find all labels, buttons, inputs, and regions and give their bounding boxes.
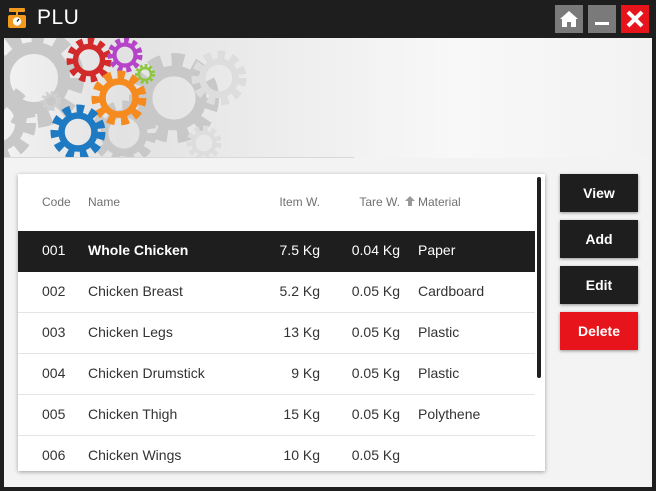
cell-tare-weight: 0.05 Kg bbox=[351, 283, 400, 299]
delete-button[interactable]: Delete bbox=[560, 312, 638, 350]
table-row[interactable]: 006 Chicken Wings 10 Kg 0.05 Kg bbox=[18, 436, 535, 471]
edit-button[interactable]: Edit bbox=[560, 266, 638, 304]
cell-name: Chicken Thigh bbox=[88, 406, 178, 422]
header-name[interactable]: Name bbox=[88, 195, 120, 209]
cell-item-weight: 7.5 Kg bbox=[279, 242, 320, 258]
table-row[interactable]: 005 Chicken Thigh 15 Kg 0.05 Kg Polythene bbox=[18, 395, 535, 436]
plu-table: Code Name Item W. Tare W. Material 001 Wh… bbox=[18, 174, 545, 471]
cell-item-weight: 9 Kg bbox=[291, 365, 320, 381]
banner-divider bbox=[4, 157, 354, 158]
close-icon bbox=[626, 10, 644, 28]
title-bar: PLU bbox=[0, 0, 656, 38]
cell-tare-weight: 0.05 Kg bbox=[351, 447, 400, 463]
header-item-weight[interactable]: Item W. bbox=[279, 195, 320, 209]
table-row-selected[interactable]: 001 Whole Chicken 7.5 Kg 0.04 Kg Paper bbox=[18, 231, 535, 272]
add-button[interactable]: Add bbox=[560, 220, 638, 258]
cell-material: Cardboard bbox=[418, 283, 485, 299]
cell-item-weight: 10 Kg bbox=[283, 447, 320, 463]
cell-code: 001 bbox=[42, 242, 66, 258]
cell-tare-weight: 0.05 Kg bbox=[351, 324, 400, 340]
cell-material: Plastic bbox=[418, 324, 460, 340]
cell-tare-weight: 0.04 Kg bbox=[351, 242, 400, 258]
main-content: Code Name Item W. Tare W. Material 001 Wh… bbox=[4, 38, 652, 487]
cell-item-weight: 13 Kg bbox=[283, 324, 320, 340]
table-scrollbar[interactable] bbox=[537, 177, 541, 378]
header-code[interactable]: Code bbox=[42, 195, 71, 209]
cell-code: 006 bbox=[42, 447, 66, 463]
cell-name: Chicken Drumstick bbox=[88, 365, 205, 381]
cell-tare-weight: 0.05 Kg bbox=[351, 365, 400, 381]
gears-banner bbox=[4, 38, 652, 158]
header-tare-weight[interactable]: Tare W. bbox=[359, 195, 400, 209]
cell-code: 002 bbox=[42, 283, 66, 299]
header-material[interactable]: Material bbox=[418, 195, 461, 209]
view-button[interactable]: View bbox=[560, 174, 638, 212]
minimize-button[interactable] bbox=[588, 5, 616, 33]
cell-material: Paper bbox=[418, 242, 456, 258]
cell-tare-weight: 0.05 Kg bbox=[351, 406, 400, 422]
scale-icon bbox=[8, 8, 26, 28]
cell-code: 003 bbox=[42, 324, 66, 340]
cell-name: Chicken Wings bbox=[88, 447, 182, 463]
minimize-icon bbox=[595, 22, 609, 25]
cell-name: Chicken Breast bbox=[88, 283, 183, 299]
window-title: PLU bbox=[37, 6, 80, 29]
table-row[interactable]: 004 Chicken Drumstick 9 Kg 0.05 Kg Plastic bbox=[18, 354, 535, 395]
cell-item-weight: 5.2 Kg bbox=[279, 283, 320, 299]
table-header: Code Name Item W. Tare W. Material bbox=[18, 174, 535, 230]
cell-material: Plastic bbox=[418, 365, 460, 381]
plu-window: PLU Code Name Item W. Tare W. Material 0… bbox=[0, 0, 656, 491]
cell-code: 005 bbox=[42, 406, 66, 422]
close-button[interactable] bbox=[621, 5, 649, 33]
sort-arrow-icon bbox=[404, 195, 416, 210]
home-icon bbox=[560, 11, 578, 27]
cell-name: Chicken Legs bbox=[88, 324, 173, 340]
cell-item-weight: 15 Kg bbox=[283, 406, 320, 422]
cell-material: Polythene bbox=[418, 406, 481, 422]
home-button[interactable] bbox=[555, 5, 583, 33]
table-row[interactable]: 003 Chicken Legs 13 Kg 0.05 Kg Plastic bbox=[18, 313, 535, 354]
cell-name: Whole Chicken bbox=[88, 242, 189, 258]
table-row[interactable]: 002 Chicken Breast 5.2 Kg 0.05 Kg Cardboard bbox=[18, 272, 535, 313]
cell-code: 004 bbox=[42, 365, 66, 381]
gears-illustration bbox=[4, 38, 652, 158]
